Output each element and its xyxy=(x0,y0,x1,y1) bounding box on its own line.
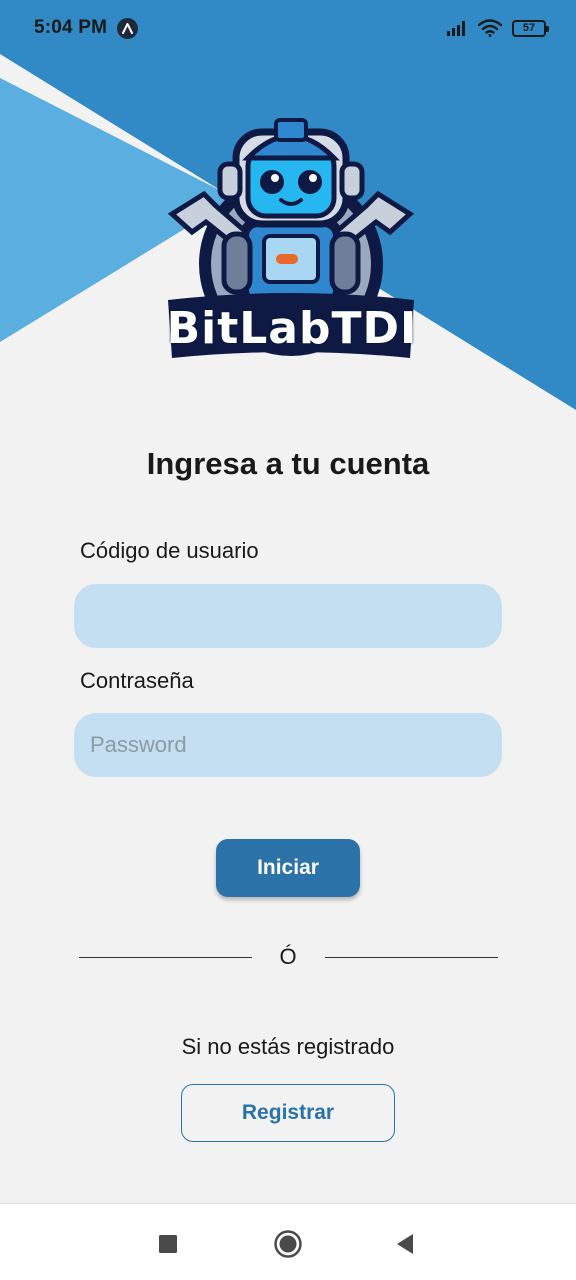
password-label: Contraseña xyxy=(80,668,194,693)
recents-icon[interactable] xyxy=(152,1228,184,1260)
register-hint: Si no estás registrado xyxy=(181,1034,395,1059)
divider-line-right xyxy=(325,957,498,958)
battery-icon: 57 xyxy=(512,19,549,37)
user-code-label: Código de usuario xyxy=(80,538,259,563)
password-input[interactable] xyxy=(74,713,502,777)
home-icon[interactable] xyxy=(272,1228,304,1260)
wifi-icon xyxy=(478,19,502,37)
signal-icon xyxy=(447,21,465,36)
user-code-input[interactable] xyxy=(74,584,502,648)
divider-line-left xyxy=(79,957,252,958)
status-bar-right: 57 xyxy=(446,19,549,37)
login-button[interactable]: Iniciar xyxy=(216,839,360,897)
system-nav-bar xyxy=(0,1203,576,1280)
app-notification-icon xyxy=(117,17,139,39)
page-title: Ingresa a tu cuenta xyxy=(146,446,430,481)
divider-text: Ó xyxy=(279,944,297,969)
back-icon[interactable] xyxy=(389,1228,421,1260)
logo-text: BitLabTDI xyxy=(166,302,418,354)
status-bar: 5:04 PM 57 xyxy=(0,0,576,56)
register-button[interactable]: Registrar xyxy=(181,1084,395,1142)
battery-level: 57 xyxy=(522,22,536,34)
status-time: 5:04 PM xyxy=(34,17,108,38)
status-bar-left: 5:04 PM xyxy=(34,17,139,39)
